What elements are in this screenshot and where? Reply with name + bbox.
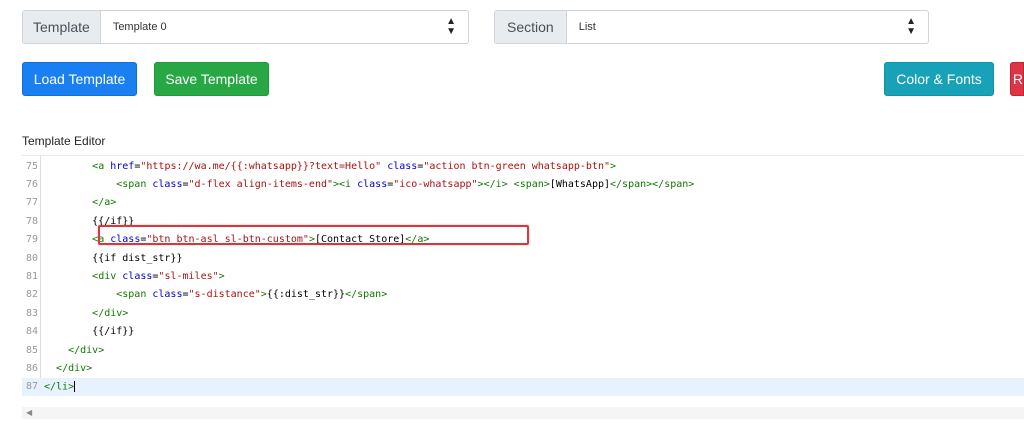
line-number: 76 xyxy=(25,178,38,190)
line-number: 81 xyxy=(25,270,38,282)
highlighted-code-box xyxy=(98,225,529,245)
line-number: 80 xyxy=(25,252,38,264)
code-token: href xyxy=(110,160,135,172)
code-token: "action btn-green whatsapp-btn" xyxy=(423,160,610,172)
code-line[interactable]: 81 <div class="sl-miles"> xyxy=(22,267,1024,285)
line-number: 77 xyxy=(25,197,38,209)
code-text[interactable]: </div> xyxy=(40,345,104,356)
code-token: "sl-miles" xyxy=(158,270,219,282)
code-text[interactable]: </div> xyxy=(40,308,128,319)
code-token: </div> xyxy=(68,344,105,356)
code-token: class xyxy=(387,160,418,172)
template-select-value: Template 0 xyxy=(112,21,167,33)
code-line[interactable]: 83 </div> xyxy=(22,304,1024,322)
code-text[interactable]: <a href="https://wa.me/{{:whatsapp}}?tex… xyxy=(40,161,616,172)
code-text[interactable]: <span class="d-flex align-items-end"><i … xyxy=(40,179,694,190)
code-token: <span xyxy=(116,289,153,301)
code-token: </a> xyxy=(92,197,117,209)
code-line[interactable]: 80 {{if dist_str}} xyxy=(22,249,1024,267)
up-down-caret-icon: ▲ ▼ xyxy=(446,16,456,37)
scroll-left-arrow-icon[interactable]: ◀ xyxy=(26,408,32,417)
code-token: {{if dist_str}} xyxy=(44,252,183,264)
code-line[interactable]: 82 <span class="s-distance">{{:dist_str}… xyxy=(22,286,1024,304)
line-number: 78 xyxy=(25,215,38,227)
code-text[interactable]: </li> xyxy=(40,381,76,393)
section-select-label: Section xyxy=(495,11,567,43)
code-token: </li> xyxy=(44,381,75,393)
code-token: "s-distance" xyxy=(188,289,261,301)
code-token: {{/if}} xyxy=(44,326,135,338)
line-number: 85 xyxy=(25,344,38,356)
code-token: </span></span> xyxy=(610,178,695,190)
line-number: 83 xyxy=(25,307,38,319)
code-text[interactable]: {{/if}} xyxy=(40,326,134,337)
line-number: 75 xyxy=(25,160,38,172)
code-text[interactable]: {{if dist_str}} xyxy=(40,253,182,264)
template-select-label: Template xyxy=(23,11,101,43)
code-token: ><i xyxy=(333,178,358,190)
code-token: "ico-whatsapp" xyxy=(393,178,478,190)
code-token: class xyxy=(152,178,183,190)
code-token: "d-flex align-items-end" xyxy=(188,178,334,190)
code-token: </div> xyxy=(56,362,93,374)
load-template-button[interactable]: Load Template xyxy=(22,62,137,96)
code-token: </div> xyxy=(92,307,129,319)
template-editor-title: Template Editor xyxy=(22,134,106,148)
color-fonts-button[interactable]: Color & Fonts xyxy=(884,62,994,96)
code-text[interactable]: </div> xyxy=(40,363,92,374)
code-token: [WhatsApp] xyxy=(549,178,611,190)
code-line[interactable]: 87 </li> xyxy=(22,377,1024,396)
code-text[interactable]: <span class="s-distance">{{:dist_str}}</… xyxy=(40,289,387,300)
save-template-button[interactable]: Save Template xyxy=(154,62,269,96)
template-select-group: Template Template 0 ▲ ▼ xyxy=(22,10,469,44)
horizontal-scrollbar[interactable]: ◀ xyxy=(22,407,1024,419)
code-line[interactable]: 84 {{/if}} xyxy=(22,323,1024,341)
code-text[interactable]: </a> xyxy=(40,197,116,208)
code-token: class xyxy=(122,270,153,282)
code-editor[interactable]: 75 <a href="https://wa.me/{{:whatsapp}}?… xyxy=(22,155,1024,408)
code-token: > xyxy=(218,270,225,282)
code-line[interactable]: 85 </div> xyxy=(22,341,1024,359)
code-token: {{:dist_str}} xyxy=(266,289,346,301)
code-token: > xyxy=(610,160,617,172)
code-line[interactable]: 75 <a href="https://wa.me/{{:whatsapp}}?… xyxy=(22,157,1024,175)
line-number: 79 xyxy=(25,234,38,246)
code-line[interactable]: 77 </a> xyxy=(22,194,1024,212)
line-number: 86 xyxy=(25,362,38,374)
code-token: <a xyxy=(92,160,111,172)
code-token: class xyxy=(357,178,388,190)
code-line[interactable]: 76 <span class="d-flex align-items-end">… xyxy=(22,175,1024,193)
code-token: ></i> <span> xyxy=(477,178,550,190)
code-text[interactable]: <div class="sl-miles"> xyxy=(40,271,225,282)
code-token: class xyxy=(152,289,183,301)
line-number: 84 xyxy=(25,326,38,338)
cut-off-danger-button[interactable]: R xyxy=(1010,62,1024,96)
code-token: </span> xyxy=(345,289,388,301)
section-select-value: List xyxy=(578,21,596,33)
up-down-caret-icon: ▲ ▼ xyxy=(906,16,916,37)
line-number: 82 xyxy=(25,289,38,301)
code-token: <span xyxy=(116,178,153,190)
text-cursor xyxy=(74,381,76,393)
section-select-group: Section List ▲ ▼ xyxy=(494,10,929,44)
template-select[interactable]: Template 0 ▲ ▼ xyxy=(101,11,468,43)
code-line[interactable]: 86 </div> xyxy=(22,359,1024,377)
line-number: 87 xyxy=(25,381,38,393)
section-select[interactable]: List ▲ ▼ xyxy=(567,11,928,43)
code-token: <div xyxy=(92,270,123,282)
code-token: "https://wa.me/{{:whatsapp}}?text=Hello" xyxy=(140,160,382,172)
